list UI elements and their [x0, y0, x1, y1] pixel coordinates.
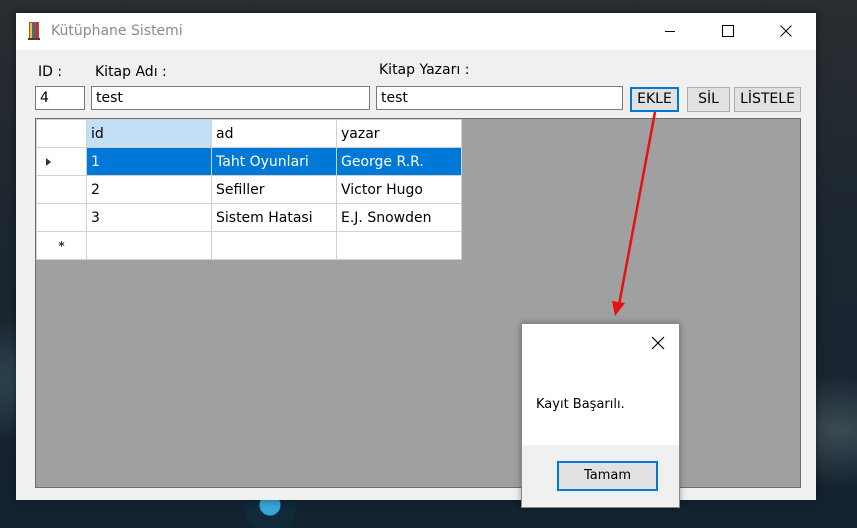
book-name-input[interactable]: test — [91, 86, 370, 110]
ok-button[interactable]: Tamam — [557, 461, 658, 491]
id-input[interactable]: 4 — [35, 86, 85, 110]
cell-ad[interactable]: Taht Oyunlari — [211, 147, 337, 176]
app-icon — [28, 22, 40, 40]
cell-id[interactable] — [86, 231, 212, 260]
delete-button[interactable]: SİL — [687, 87, 730, 112]
message-text: Kayıt Başarılı. — [536, 397, 625, 412]
cell-yazar[interactable]: George R.R. — [336, 147, 462, 176]
data-grid[interactable]: id ad yazar 1 Taht Oyunlari George R.R. … — [35, 118, 801, 488]
grid-corner-header[interactable] — [36, 119, 87, 148]
row-header[interactable] — [36, 203, 87, 232]
cell-ad[interactable]: Sistem Hatasi — [211, 203, 337, 232]
cell-yazar[interactable] — [336, 231, 462, 260]
book-name-label: Kitap Adı : — [95, 64, 167, 80]
cell-id[interactable]: 2 — [86, 175, 212, 204]
column-header-ad[interactable]: ad — [211, 119, 337, 148]
column-header-yazar[interactable]: yazar — [336, 119, 462, 148]
table-row[interactable]: 3 Sistem Hatasi E.J. Snowden — [36, 203, 462, 232]
cell-yazar[interactable]: Victor Hugo — [336, 175, 462, 204]
row-header[interactable] — [36, 147, 87, 176]
cell-ad[interactable]: Sefiller — [211, 175, 337, 204]
minimize-button[interactable] — [642, 13, 700, 50]
table-row[interactable]: 2 Sefiller Victor Hugo — [36, 175, 462, 204]
maximize-button[interactable] — [700, 13, 758, 50]
current-row-pointer-icon — [46, 158, 51, 166]
list-button[interactable]: LİSTELE — [734, 87, 801, 112]
message-box-footer: Tamam — [522, 445, 679, 507]
cell-id[interactable]: 1 — [86, 147, 212, 176]
id-label: ID : — [38, 64, 63, 80]
close-icon — [780, 25, 792, 37]
author-input[interactable]: test — [376, 86, 623, 110]
new-row-marker: * — [58, 238, 65, 253]
cell-id[interactable]: 3 — [86, 203, 212, 232]
minimize-icon — [665, 31, 675, 32]
column-header-id[interactable]: id — [86, 119, 212, 148]
row-header[interactable]: * — [36, 231, 87, 260]
table-row[interactable]: 1 Taht Oyunlari George R.R. — [36, 147, 462, 176]
close-icon[interactable] — [650, 335, 666, 351]
maximize-icon — [722, 25, 734, 37]
new-row[interactable]: * — [36, 231, 462, 260]
add-button[interactable]: EKLE — [630, 87, 679, 112]
data-grid-table: id ad yazar 1 Taht Oyunlari George R.R. … — [36, 119, 462, 260]
app-window: Kütüphane Sistemi ID : Kitap Adı : Kitap… — [16, 13, 816, 500]
window-title: Kütüphane Sistemi — [51, 23, 183, 39]
grid-header-row: id ad yazar — [36, 119, 462, 148]
close-button[interactable] — [758, 13, 816, 50]
message-box: Kayıt Başarılı. Tamam — [521, 323, 680, 508]
title-bar[interactable]: Kütüphane Sistemi — [16, 13, 816, 50]
row-header[interactable] — [36, 175, 87, 204]
cell-yazar[interactable]: E.J. Snowden — [336, 203, 462, 232]
cell-ad[interactable] — [211, 231, 337, 260]
author-label: Kitap Yazarı : — [379, 62, 470, 78]
